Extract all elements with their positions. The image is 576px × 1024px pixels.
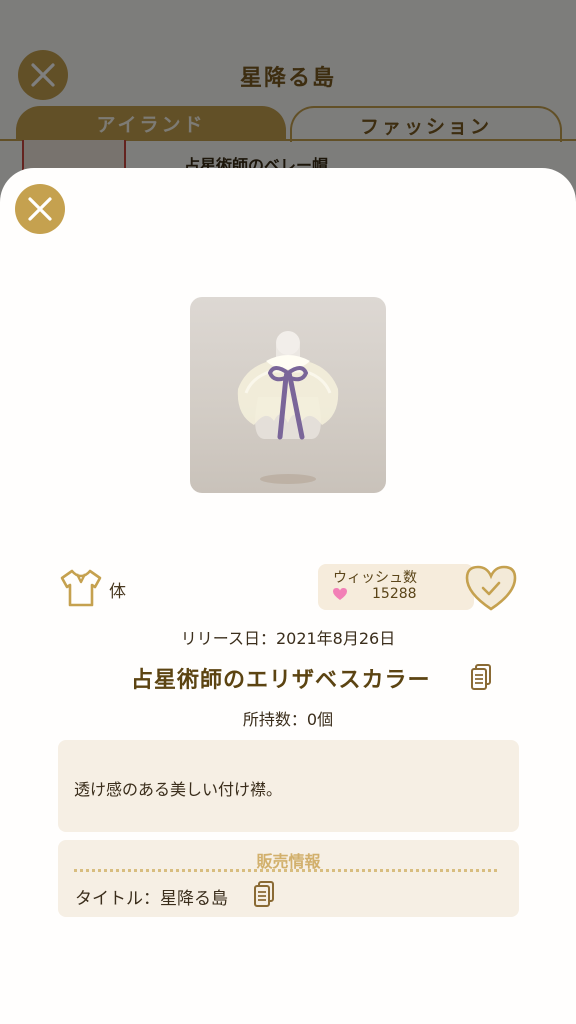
- item-image: [190, 297, 386, 493]
- shirt-icon: [60, 569, 102, 607]
- owned-count: 所持数：0個: [242, 710, 334, 729]
- close-icon: [28, 197, 52, 221]
- sale-info-panel: 販売情報 タイトル：星降る島: [58, 840, 519, 917]
- wish-count-label: ウィッシュ数: [333, 570, 417, 586]
- wish-count-value: 15288: [372, 586, 417, 602]
- sale-info-title: タイトル：星降る島: [75, 889, 228, 909]
- copy-icon[interactable]: [253, 880, 275, 908]
- dotted-divider: [74, 869, 497, 872]
- description-panel: 透け感のある美しい付け襟。: [58, 740, 519, 832]
- category-label: 体: [109, 582, 126, 602]
- release-date: リリース日：2021年8月26日: [180, 629, 396, 648]
- item-name: 占星術師のエリザベスカラー: [131, 668, 431, 693]
- copy-icon[interactable]: [470, 663, 492, 691]
- description-text: 透け感のある美しい付け襟。: [74, 780, 283, 799]
- close-button[interactable]: [15, 184, 65, 234]
- wish-heart-button[interactable]: [463, 563, 519, 613]
- item-detail-modal: 体 ウィッシュ数 15288 リリース日：2021年8月26日 占星術師のエリザ…: [0, 168, 576, 1024]
- wish-count-panel: ウィッシュ数 15288: [318, 564, 474, 610]
- collar-illustration: [237, 331, 339, 484]
- heart-icon: [333, 588, 347, 600]
